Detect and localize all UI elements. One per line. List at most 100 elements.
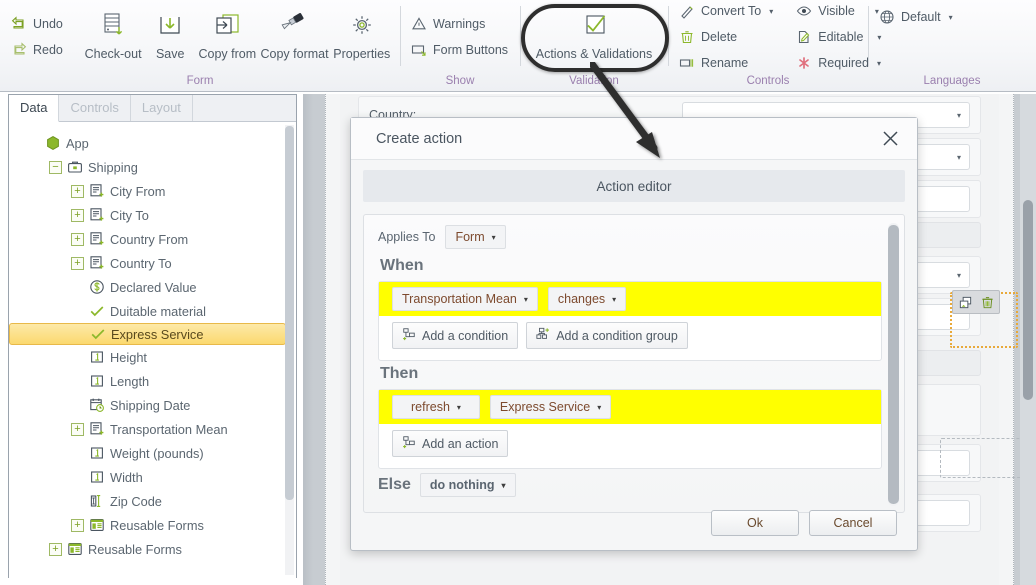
warnings-button[interactable]: Warnings [406,12,516,36]
tree-node-label: Shipping Date [110,397,191,413]
convert-to-button[interactable]: Convert To ▾ [674,0,781,23]
redo-button[interactable]: Redo [6,38,71,62]
ribbon-group-label-languages: Languages [923,75,981,87]
warning-triangle-icon [411,16,427,32]
collapse-icon[interactable]: − [49,160,62,174]
ribbon-group-label-form: Form [186,75,214,87]
delete-button[interactable]: Delete [674,25,781,49]
tree-node[interactable]: + Reusable Forms [9,513,296,537]
ribbon-group-languages: Default ▾ [868,0,1036,72]
tree-node[interactable]: App [9,131,296,155]
tree-node[interactable]: + Country From [9,227,296,251]
expand-icon[interactable]: + [71,208,84,222]
form-buttons-button[interactable]: Form Buttons [406,38,516,62]
applies-to-row: Applies To Form ▾ [378,225,882,249]
add-condition-group-button[interactable]: Add a condition group [526,322,688,349]
save-button[interactable]: Save [145,3,195,71]
then-section-heading: Then [380,365,419,382]
canvas-scrollbar-track[interactable] [1020,94,1036,585]
add-condition-button[interactable]: Add a condition [392,322,519,349]
default-language-button[interactable]: Default ▾ [874,5,961,29]
copy-format-icon [280,10,310,44]
undo-button[interactable]: Undo [6,12,71,36]
action-editor-scroll-area: Applies To Form ▾ When Transportation Me… [363,214,905,513]
tree-node[interactable]: + Country To [9,251,296,275]
default-language-label: Default [901,10,941,24]
applies-to-label: Applies To [378,230,436,244]
action-editor-label: Action editor [596,178,672,194]
expand-icon[interactable]: + [71,232,84,246]
tree-node[interactable]: Width [9,465,296,489]
data-tree-container: App − Shipping + City From + City To + Country F… [9,122,296,578]
dialog-scrollbar-thumb[interactable] [888,225,899,504]
number-icon [89,445,105,461]
tree-node[interactable]: Shipping Date [9,393,296,417]
tab-data[interactable]: Data [9,95,60,122]
actions-and-validations-button[interactable]: Actions & Validations [526,3,662,71]
properties-button[interactable]: Properties [330,3,394,71]
lookup-field-icon [89,421,105,437]
copy-from-button[interactable]: Copy from [195,3,259,71]
expander-placeholder [71,447,84,460]
expander-placeholder [72,328,85,341]
properties-label: Properties [333,47,391,61]
copy-format-button[interactable]: Copy format [260,3,330,71]
tree-node[interactable]: Zip Code [9,489,296,513]
controls-column-1: Convert To ▾ Delete Rename [674,3,781,71]
applies-to-dropdown[interactable]: Form ▾ [445,225,506,249]
tree-node[interactable]: + City From [9,179,296,203]
ok-button[interactable]: Ok [711,510,799,536]
tab-data-label: Data [20,100,48,115]
save-label: Save [155,47,185,61]
dialog-footer: Ok Cancel [351,502,917,550]
when-field-dropdown[interactable]: Transportation Mean ▾ [392,287,538,311]
tree-node[interactable]: − Shipping [9,155,296,179]
tab-controls[interactable]: Controls [59,95,131,121]
tree-node[interactable]: + Transportation Mean [9,417,296,441]
else-dropdown[interactable]: do nothing ▾ [419,473,516,497]
delete-control-button[interactable] [976,292,998,312]
when-operator-dropdown[interactable]: changes ▾ [547,287,627,311]
tab-controls-label: Controls [70,100,119,115]
tab-layout[interactable]: Layout [130,95,193,121]
lookup-field-icon [89,255,105,271]
form-buttons-label: Form Buttons [433,43,509,57]
chevron-down-icon: ▾ [597,402,602,412]
number-icon [89,373,105,389]
canvas-scrollbar-thumb[interactable] [1023,200,1033,400]
cancel-button[interactable]: Cancel [809,510,897,536]
then-add-row: Add an action [379,424,881,457]
expand-icon[interactable]: + [49,542,62,556]
create-action-dialog: Create action Action editor Applies To F… [350,117,918,551]
tree-scrollbar-thumb[interactable] [285,126,294,500]
tree-node-label: City From [110,183,166,199]
add-an-action-button[interactable]: Add an action [392,430,509,457]
tree-node[interactable]: + Reusable Forms [9,537,296,561]
add-condition-label: Add a condition [422,328,509,343]
tree-node[interactable]: Duitable material [9,299,296,323]
checkmark-icon [89,303,105,319]
tree-node[interactable]: Length [9,369,296,393]
then-verb-dropdown[interactable]: refresh ▾ [392,395,480,419]
tree-node[interactable]: + City To [9,203,296,227]
close-icon[interactable] [877,126,903,152]
duplicate-control-button[interactable] [954,292,976,312]
expand-icon[interactable]: + [71,256,84,270]
check-out-button[interactable]: Check-out [81,3,145,71]
tree-node-label: Reusable Forms [110,517,204,533]
expand-icon[interactable]: + [71,518,84,532]
dialog-title: Create action [376,130,463,147]
tree-node[interactable]: Height [9,345,296,369]
else-label: Else [378,476,411,493]
warnings-label: Warnings [433,17,486,31]
then-target-dropdown[interactable]: Express Service ▾ [489,395,612,419]
tree-node[interactable]: Weight (pounds) [9,441,296,465]
expand-icon[interactable]: + [71,184,84,198]
visible-label: Visible [818,4,855,18]
expand-icon[interactable]: + [71,422,84,436]
left-explorer-panel: Data Controls Layout App − Shipping + City F… [8,94,297,578]
else-value: do nothing [429,478,495,492]
tree-node-label: Declared Value [110,279,197,295]
tree-node[interactable]: Express Service [9,323,286,345]
tree-node[interactable]: Declared Value [9,275,296,299]
